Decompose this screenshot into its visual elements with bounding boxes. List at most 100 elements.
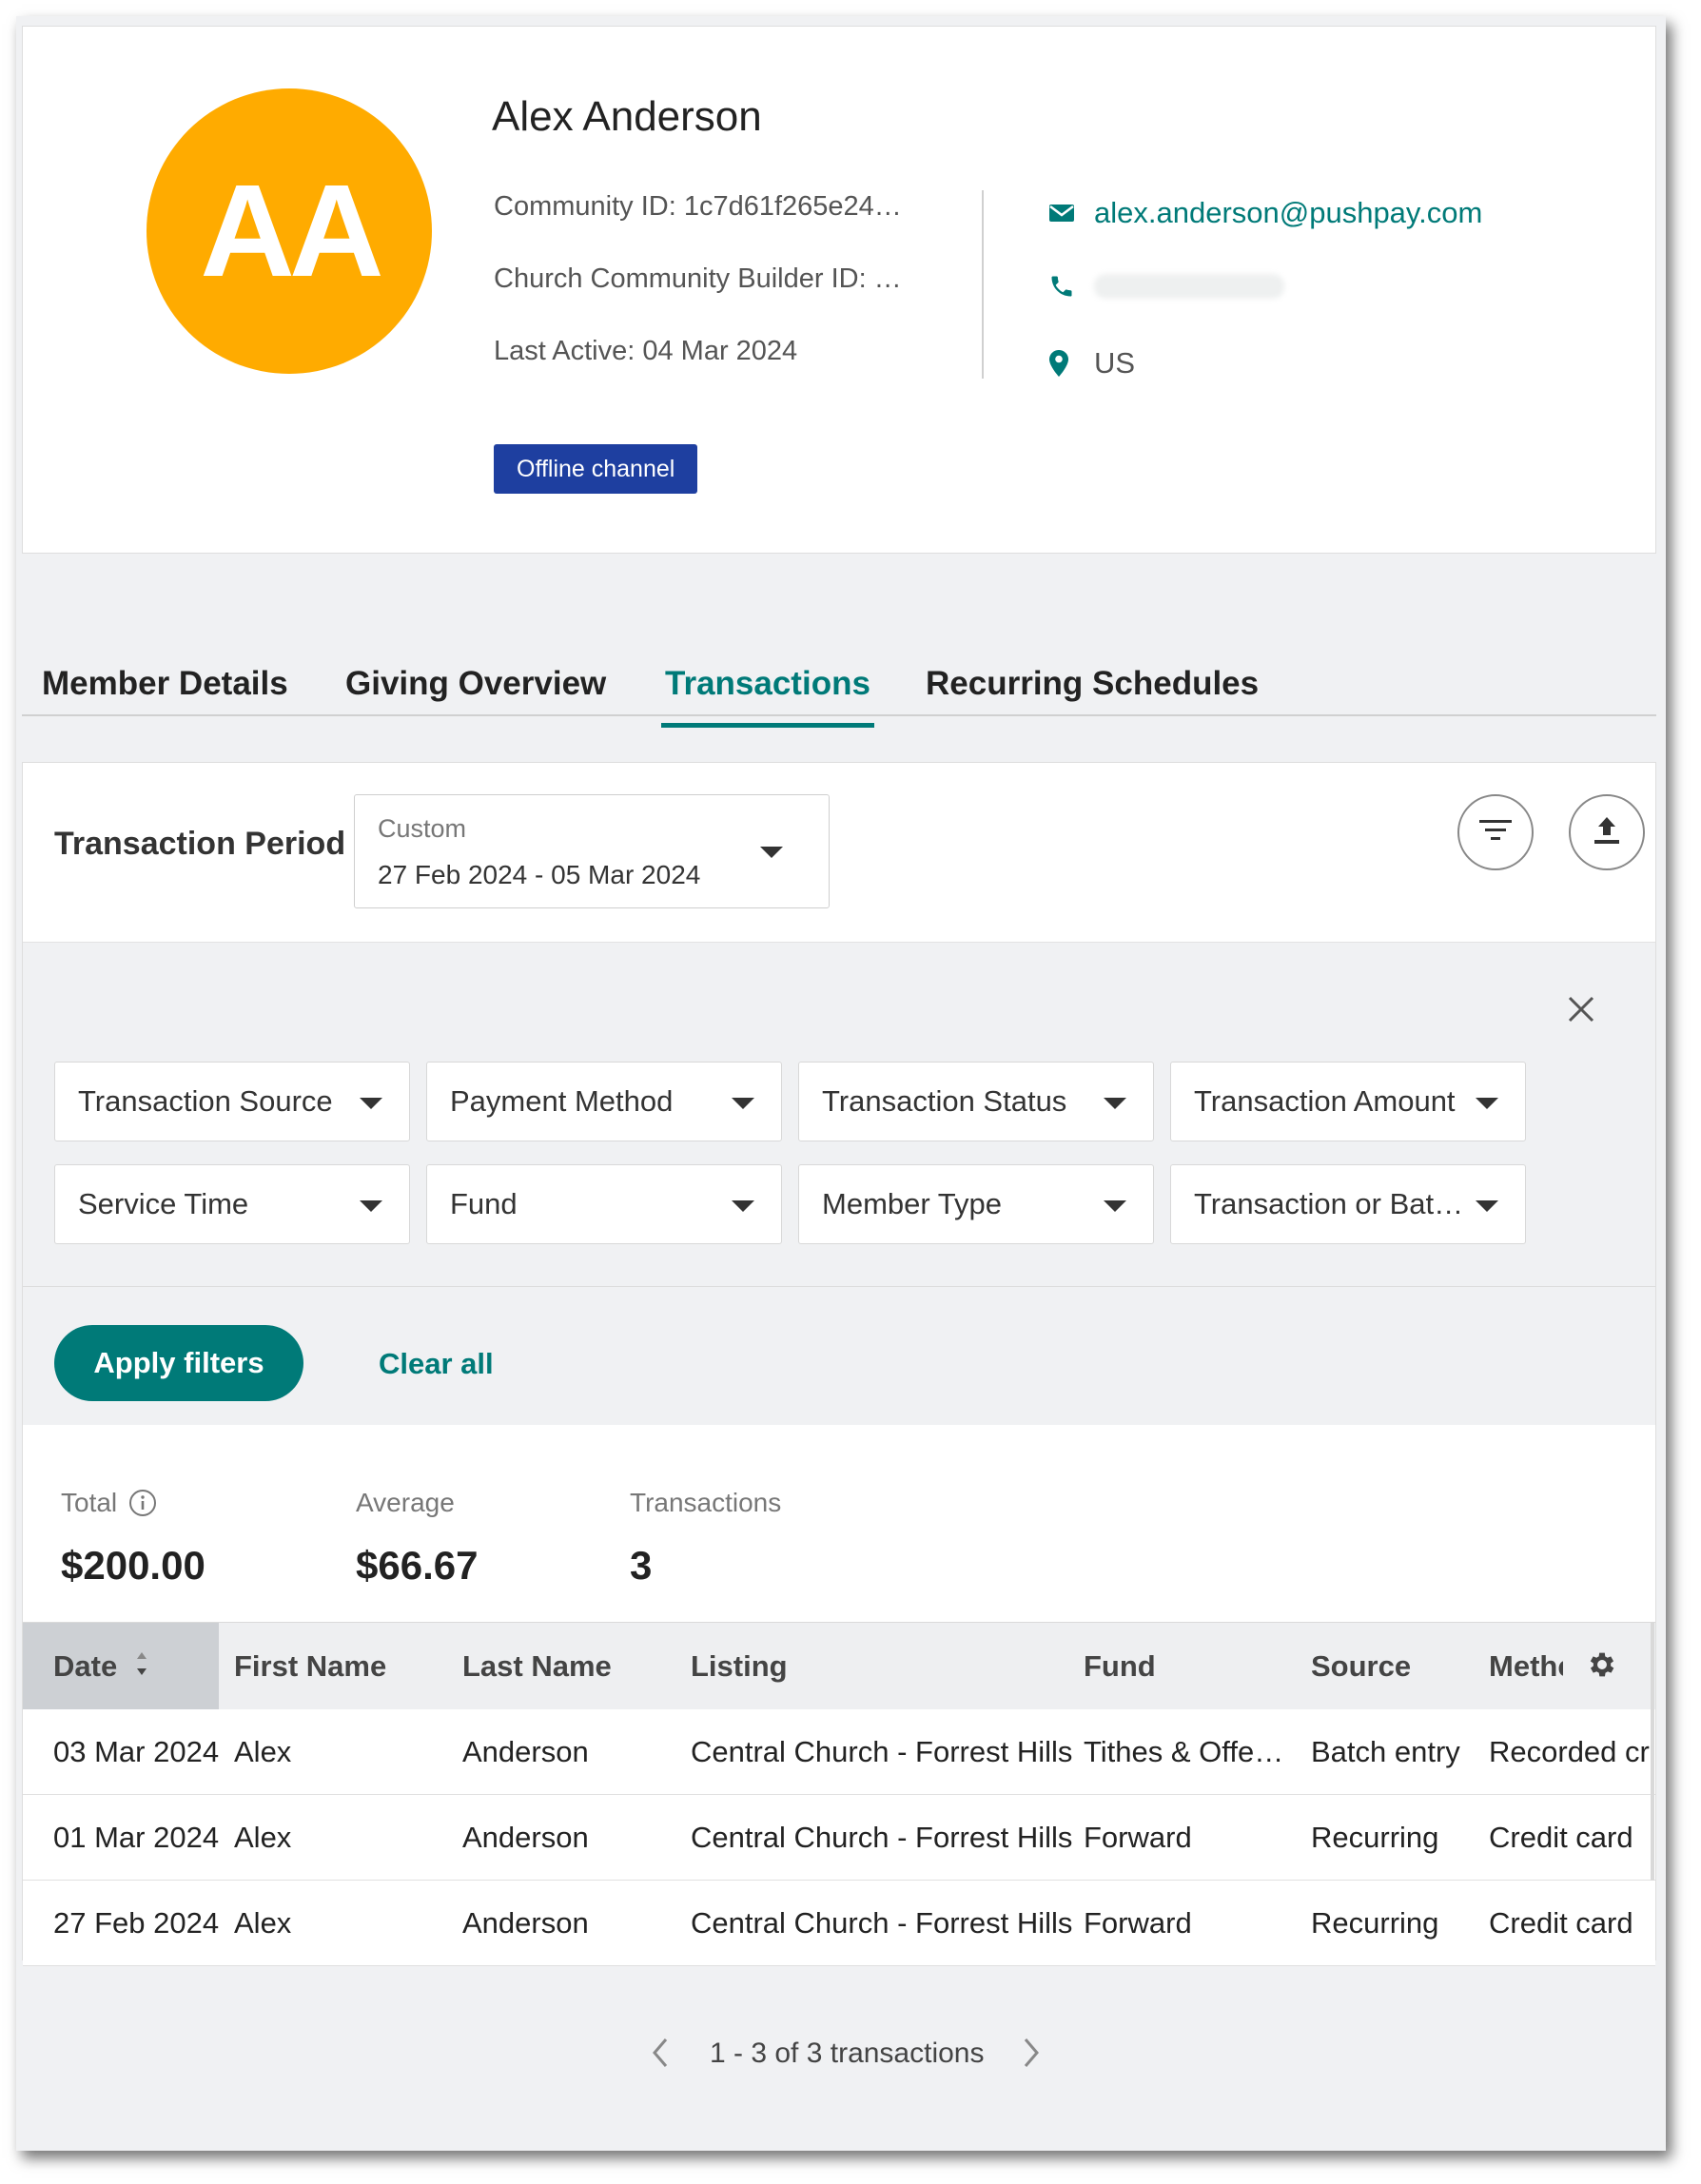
clear-all-button[interactable]: Clear all <box>379 1347 494 1381</box>
last-active: Last Active: 04 Mar 2024 <box>494 336 798 366</box>
cell-listing: Central Church - Forrest Hills <box>691 1821 1073 1854</box>
community-id: Community ID: 1c7d61f265e24… <box>494 191 902 222</box>
gear-icon <box>1586 1648 1618 1686</box>
total-label-group: Total <box>61 1488 157 1518</box>
caret-down-icon <box>360 1098 382 1109</box>
column-header-fund[interactable]: Fund <box>1084 1623 1156 1710</box>
tab-bar: Member Details Giving Overview Transacti… <box>22 625 1656 728</box>
cell-date: 27 Feb 2024 <box>53 1906 220 1940</box>
horizontal-scrollbar[interactable] <box>1651 1622 1654 1881</box>
average-label: Average <box>356 1488 455 1517</box>
filter-transaction-or-batch[interactable]: Transaction or Bat… <box>1170 1164 1526 1244</box>
filter-icon <box>1479 818 1512 848</box>
transactions-table: Date First Name Last Name Listing Fund S… <box>23 1622 1655 1966</box>
status-badge: Offline channel <box>494 444 698 494</box>
email-link[interactable]: alex.anderson@pushpay.com <box>1094 196 1482 230</box>
filter-label: Transaction Amount <box>1194 1084 1456 1118</box>
table-header: Date First Name Last Name Listing Fund S… <box>23 1622 1655 1710</box>
email-row: alex.anderson@pushpay.com <box>1048 196 1482 230</box>
filter-payment-method[interactable]: Payment Method <box>426 1062 782 1141</box>
cell-source: Batch entry <box>1311 1735 1460 1768</box>
divider <box>982 190 984 379</box>
column-settings-button[interactable] <box>1583 1648 1621 1686</box>
filter-label: Transaction or Bat… <box>1194 1187 1464 1220</box>
sort-icon <box>135 1625 148 1712</box>
phone-number-redacted <box>1094 274 1284 299</box>
column-header-first-name[interactable]: First Name <box>234 1623 386 1710</box>
caret-down-icon <box>360 1200 382 1212</box>
avatar: AA <box>147 88 432 374</box>
divider <box>23 1286 1655 1287</box>
cell-first-name: Alex <box>234 1821 292 1854</box>
average-value: $66.67 <box>356 1543 479 1588</box>
cell-method: Credit card <box>1489 1906 1633 1940</box>
location-row: US <box>1048 346 1135 380</box>
column-header-method[interactable]: Methc <box>1489 1623 1563 1710</box>
phone-icon <box>1048 272 1081 301</box>
mail-icon <box>1048 204 1081 223</box>
transaction-period-select[interactable]: Custom 27 Feb 2024 - 05 Mar 2024 <box>354 794 830 908</box>
pagination-summary: 1 - 3 of 3 transactions <box>710 2038 985 2069</box>
table-row[interactable]: 01 Mar 2024 Alex Anderson Central Church… <box>23 1795 1655 1881</box>
pagination: 1 - 3 of 3 transactions <box>23 2026 1655 2083</box>
next-page-button[interactable] <box>1012 2036 1050 2074</box>
info-icon[interactable] <box>128 1489 157 1517</box>
chevron-left-icon <box>651 2037 670 2074</box>
column-header-listing[interactable]: Listing <box>691 1623 788 1710</box>
location-icon <box>1048 349 1081 378</box>
cell-fund: Tithes & Offe… <box>1084 1735 1284 1768</box>
table-row[interactable]: 27 Feb 2024 Alex Anderson Central Church… <box>23 1881 1655 1966</box>
cell-source: Recurring <box>1311 1906 1439 1940</box>
filter-service-time[interactable]: Service Time <box>54 1164 410 1244</box>
close-icon <box>1567 995 1595 1028</box>
total-value: $200.00 <box>61 1543 205 1588</box>
filter-transaction-amount[interactable]: Transaction Amount <box>1170 1062 1526 1141</box>
filter-label: Payment Method <box>450 1084 674 1118</box>
cell-last-name: Anderson <box>462 1821 589 1854</box>
period-range: 27 Feb 2024 - 05 Mar 2024 <box>378 860 701 889</box>
caret-down-icon <box>732 1098 754 1109</box>
filter-label: Transaction Status <box>822 1084 1067 1118</box>
cell-fund: Forward <box>1084 1821 1192 1854</box>
column-header-source[interactable]: Source <box>1311 1623 1411 1710</box>
table-row[interactable]: 03 Mar 2024 Alex Anderson Central Church… <box>23 1709 1655 1795</box>
tab-transactions[interactable]: Transactions <box>661 665 874 728</box>
caret-down-icon <box>1476 1200 1498 1212</box>
profile-card: AA Alex Anderson Community ID: 1c7d61f26… <box>22 26 1656 554</box>
caret-down-icon <box>760 847 783 858</box>
transactions-count-value: 3 <box>630 1543 653 1588</box>
country: US <box>1094 346 1136 380</box>
close-filters-button[interactable] <box>1562 992 1600 1030</box>
prev-page-button[interactable] <box>641 2036 679 2074</box>
filter-transaction-source[interactable]: Transaction Source <box>54 1062 410 1141</box>
ccb-id: Church Community Builder ID: … <box>494 263 902 294</box>
column-header-last-name[interactable]: Last Name <box>462 1623 612 1710</box>
filter-transaction-status[interactable]: Transaction Status <box>798 1062 1154 1141</box>
member-profile-page: AA Alex Anderson Community ID: 1c7d61f26… <box>16 16 1666 2151</box>
period-mode: Custom <box>378 814 467 843</box>
filter-label: Member Type <box>822 1187 1002 1220</box>
caret-down-icon <box>1104 1200 1126 1212</box>
member-name: Alex Anderson <box>492 93 762 140</box>
apply-filters-button[interactable]: Apply filters <box>54 1325 303 1401</box>
tab-member-details[interactable]: Member Details <box>42 665 288 722</box>
export-button[interactable] <box>1569 794 1645 870</box>
column-label: Date <box>53 1649 118 1683</box>
transactions-panel: Transaction Period Custom 27 Feb 2024 - … <box>22 762 1656 2069</box>
cell-last-name: Anderson <box>462 1735 589 1768</box>
tab-giving-overview[interactable]: Giving Overview <box>345 665 606 722</box>
filter-fund[interactable]: Fund <box>426 1164 782 1244</box>
transactions-count-label: Transactions <box>630 1488 782 1517</box>
column-header-date[interactable]: Date <box>53 1623 148 1710</box>
caret-down-icon <box>732 1200 754 1212</box>
caret-down-icon <box>1104 1098 1126 1109</box>
tab-recurring-schedules[interactable]: Recurring Schedules <box>926 665 1259 722</box>
filter-member-type[interactable]: Member Type <box>798 1164 1154 1244</box>
cell-first-name: Alex <box>234 1735 292 1768</box>
export-icon <box>1591 814 1623 851</box>
cell-listing: Central Church - Forrest Hills <box>691 1735 1073 1768</box>
filter-button[interactable] <box>1457 794 1534 870</box>
cell-listing: Central Church - Forrest Hills <box>691 1906 1073 1940</box>
phone-row <box>1048 272 1284 301</box>
caret-down-icon <box>1476 1098 1498 1109</box>
